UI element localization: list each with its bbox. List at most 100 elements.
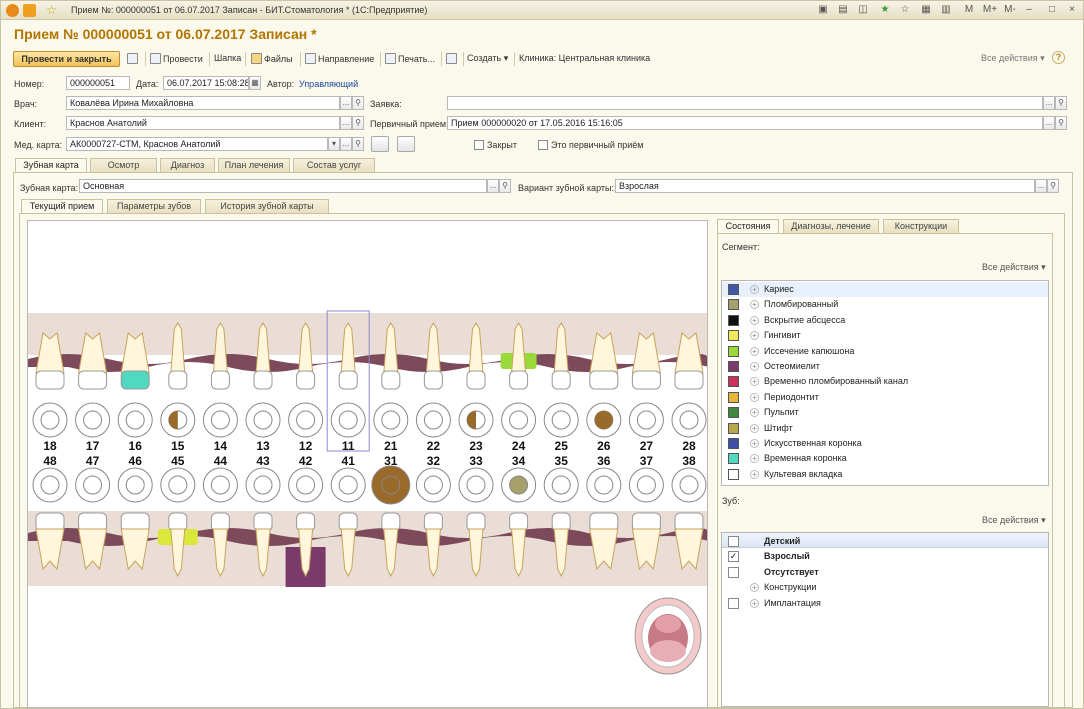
report-button[interactable] <box>446 53 459 66</box>
state-item[interactable]: + Остеомиелит <box>722 359 1048 374</box>
clinic-button[interactable]: Клиника: Центральная клиника <box>519 53 650 66</box>
save-button[interactable] <box>127 53 140 66</box>
expand-icon[interactable]: + <box>750 583 759 593</box>
create-button[interactable]: Создать ▾ <box>467 53 508 66</box>
tab-current-visit[interactable]: Текущий прием <box>21 199 103 214</box>
help-icon[interactable]: ? <box>1052 51 1065 64</box>
save-icon[interactable]: ▣ <box>816 3 830 17</box>
tab-diagnoses-treatment[interactable]: Диагнозы, лечение <box>783 219 879 233</box>
memory-plus-button[interactable]: M+ <box>981 3 999 17</box>
search-icon[interactable]: ⚲ <box>352 137 364 151</box>
checkbox[interactable] <box>728 597 739 609</box>
state-item[interactable]: + Гингивит <box>722 328 1048 343</box>
maximize-button[interactable]: □ <box>1045 3 1059 17</box>
files-button[interactable]: Файлы <box>251 53 293 66</box>
state-item[interactable]: + Пломбированный <box>722 297 1048 312</box>
tooth-type-item[interactable]: + Имплантация <box>722 596 1048 611</box>
doctor-field[interactable]: Ковалёва Ирина Михайловна <box>66 96 340 110</box>
author-link[interactable]: Управляющий <box>299 79 358 89</box>
checkbox[interactable]: ✓ <box>728 551 739 563</box>
tab-services[interactable]: Состав услуг <box>293 158 375 172</box>
primary-select-button[interactable]: ... <box>1043 116 1055 130</box>
tooth-type-item[interactable]: Детский <box>722 534 1048 549</box>
states-all-actions[interactable]: Все действия ▾ <box>982 262 1046 273</box>
card-field[interactable]: АК0000727-СТМ, Краснов Анатолий <box>66 137 328 151</box>
request-field[interactable] <box>447 96 1043 110</box>
number-field[interactable]: 000000051 <box>66 76 130 90</box>
primary-visit-field[interactable]: Прием 000000020 от 17.05.2016 15:16:05 <box>447 116 1043 130</box>
card-select-button[interactable]: ... <box>340 137 352 151</box>
state-item[interactable]: + Пульпит <box>722 405 1048 420</box>
tab-states[interactable]: Состояния <box>717 219 779 234</box>
link-icon[interactable]: ▦ <box>919 3 933 17</box>
map-select-button[interactable]: ... <box>487 179 499 193</box>
print-icon[interactable]: ▤ <box>836 3 850 17</box>
state-item[interactable]: + Временно пломбированный канал <box>722 374 1048 389</box>
expand-icon[interactable]: + <box>750 300 759 310</box>
chevron-down-icon[interactable]: ▾ <box>328 137 340 151</box>
expand-icon[interactable]: + <box>750 423 759 433</box>
first-visit-checkbox[interactable] <box>538 140 548 150</box>
search-icon[interactable]: ⚲ <box>352 96 364 110</box>
calendar-icon[interactable]: ▦ <box>249 76 261 90</box>
states-list[interactable]: + Кариес + Пломбированный + Вскрытие абсцесса… <box>721 280 1049 486</box>
expand-icon[interactable]: + <box>750 392 759 402</box>
minimize-button[interactable]: – <box>1022 3 1036 17</box>
all-actions-menu[interactable]: Все действия ▾ <box>981 53 1045 66</box>
client-field[interactable]: Краснов Анатолий <box>66 116 340 130</box>
tab-treatment-plan[interactable]: План лечения <box>218 158 290 172</box>
search-icon[interactable]: ⚲ <box>1047 179 1059 193</box>
close-button[interactable]: × <box>1065 3 1079 17</box>
preview-icon[interactable]: ◫ <box>856 3 870 17</box>
tab-constructions[interactable]: Конструкции <box>883 219 959 233</box>
state-item[interactable]: + Иссечение капюшона <box>722 344 1048 359</box>
expand-icon[interactable]: + <box>750 331 759 341</box>
state-item[interactable]: + Штифт <box>722 421 1048 436</box>
state-item[interactable]: + Кариес <box>722 282 1048 297</box>
tooth-types-list[interactable]: Детский ✓ Взрослый Отсутствует + Конструкции +… <box>721 532 1049 707</box>
calc-icon[interactable]: ▥ <box>939 3 953 17</box>
tooth-type-item[interactable]: + Конструкции <box>722 580 1048 595</box>
menu-icon[interactable] <box>23 4 36 17</box>
tab-diagnosis[interactable]: Диагноз <box>160 158 215 172</box>
request-select-button[interactable]: ... <box>1043 96 1055 110</box>
expand-icon[interactable]: + <box>750 439 759 448</box>
doctor-select-button[interactable]: ... <box>340 96 352 110</box>
referral-button[interactable]: Направление <box>305 53 374 66</box>
dental-map-field[interactable]: Основная <box>79 179 487 193</box>
state-item[interactable]: + Периодонтит <box>722 390 1048 405</box>
state-item[interactable]: + Временная коронка <box>722 451 1048 466</box>
tab-tooth-params[interactable]: Параметры зубов <box>107 199 201 213</box>
tab-dental-chart[interactable]: Зубная карта <box>15 158 87 173</box>
search-icon[interactable]: ⚲ <box>1055 96 1067 110</box>
tooth-type-item[interactable]: Отсутствует <box>722 565 1048 580</box>
expand-icon[interactable]: + <box>750 362 759 371</box>
tab-chart-history[interactable]: История зубной карты <box>205 199 329 213</box>
checkbox[interactable] <box>728 536 739 547</box>
search-icon[interactable]: ⚲ <box>499 179 511 193</box>
favorite-icon[interactable]: ★ <box>878 3 892 17</box>
state-item[interactable]: + Искусственная коронка <box>722 436 1048 451</box>
closed-checkbox[interactable] <box>474 140 484 150</box>
date-field[interactable]: 06.07.2017 15:08:28 <box>163 76 249 90</box>
tab-examination[interactable]: Осмотр <box>90 158 157 172</box>
state-item[interactable]: + Вскрытие абсцесса <box>722 313 1048 328</box>
expand-icon[interactable]: + <box>750 454 759 464</box>
checkbox[interactable] <box>728 566 739 578</box>
memory-minus-button[interactable]: M- <box>1001 3 1019 17</box>
expand-icon[interactable]: + <box>750 598 759 608</box>
search-icon[interactable]: ⚲ <box>1055 116 1067 130</box>
upload-icon[interactable] <box>371 136 389 152</box>
dental-chart[interactable]: 18 17 16 15 14 13 12 11 21 22 23 24 25 26 27 28 48 47 46 45… <box>27 220 708 708</box>
expand-icon[interactable]: + <box>750 346 759 356</box>
expand-icon[interactable]: + <box>750 469 759 479</box>
print-button[interactable]: Печать... <box>385 53 435 66</box>
tooth-all-actions[interactable]: Все действия ▾ <box>982 515 1046 526</box>
variant-field[interactable]: Взрослая <box>615 179 1035 193</box>
expand-icon[interactable]: + <box>750 315 759 325</box>
search-icon[interactable]: ⚲ <box>352 116 364 130</box>
history-icon[interactable]: ☆ <box>898 3 912 17</box>
app-icon[interactable] <box>6 4 19 17</box>
picture-icon[interactable] <box>397 136 415 152</box>
mouth-icon[interactable] <box>633 596 703 676</box>
